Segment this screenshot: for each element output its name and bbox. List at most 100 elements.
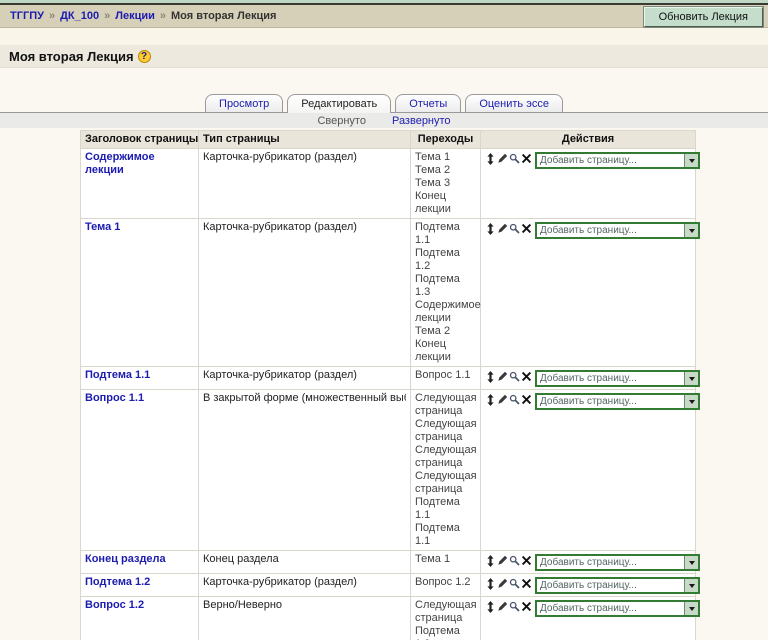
dropdown-arrow-button[interactable] <box>684 556 698 569</box>
tab-view[interactable]: Просмотр <box>205 94 284 112</box>
jump-item: Содержимое лекции <box>415 299 481 324</box>
add-page-select-label: Добавить страницу... <box>540 580 637 591</box>
preview-icon[interactable] <box>509 153 520 165</box>
delete-icon[interactable] <box>521 223 532 235</box>
spacer <box>0 28 768 45</box>
dropdown-arrow-button[interactable] <box>684 602 698 615</box>
page-type: Карточка-рубрикатор (раздел) <box>203 151 357 163</box>
page-jumps: Вопрос 1.2 <box>410 573 481 597</box>
jump-item: Следующая страница <box>415 470 477 495</box>
edit-icon[interactable] <box>497 601 508 613</box>
page-title-link[interactable]: Подтема 1.1 <box>85 369 150 381</box>
page-title-link[interactable]: Содержимое лекции <box>85 151 155 176</box>
jump-item: Подтема 1.1 <box>415 522 460 547</box>
move-icon[interactable] <box>485 223 496 235</box>
help-icon[interactable]: ? <box>137 49 151 63</box>
jump-item: Подтема 1.1 <box>415 496 460 521</box>
add-page-select[interactable]: Добавить страницу... <box>535 222 700 239</box>
add-page-select-label: Добавить страницу... <box>540 557 637 568</box>
page-type: Карточка-рубрикатор (раздел) <box>203 576 357 588</box>
add-page-select[interactable]: Добавить страницу... <box>535 577 700 594</box>
table-row: Подтема 1.1 Карточка-рубрикатор (раздел)… <box>80 366 700 390</box>
edit-icon[interactable] <box>497 578 508 590</box>
move-icon[interactable] <box>485 601 496 613</box>
move-icon[interactable] <box>485 394 496 406</box>
add-page-select[interactable]: Добавить страницу... <box>535 370 700 387</box>
jump-item: Следующая страница <box>415 392 477 417</box>
move-icon[interactable] <box>485 153 496 165</box>
page-title-link[interactable]: Подтема 1.2 <box>85 576 150 588</box>
delete-icon[interactable] <box>521 371 532 383</box>
edit-icon[interactable] <box>497 153 508 165</box>
page-jumps: Следующая страница Следующая страница След… <box>410 389 481 551</box>
page-actions: Добавить страницу... <box>485 221 700 239</box>
jump-item: Тема 2 <box>415 164 451 176</box>
page-jumps: Следующая страницаПодтема 1.2 <box>410 596 481 640</box>
add-page-select-label: Добавить страницу... <box>540 225 637 236</box>
edit-icon[interactable] <box>497 555 508 567</box>
page-title-link[interactable]: Конец раздела <box>85 553 166 565</box>
dropdown-arrow-button[interactable] <box>684 579 698 592</box>
preview-icon[interactable] <box>509 223 520 235</box>
delete-icon[interactable] <box>521 555 532 567</box>
dropdown-arrow-button[interactable] <box>684 154 698 167</box>
page-jumps: Подтема 1.1 Подтема 1.2 Подтема 1.3 Содержи… <box>410 218 481 367</box>
dropdown-arrow-button[interactable] <box>684 372 698 385</box>
table-row: Тема 1 Карточка-рубрикатор (раздел) Подт… <box>80 218 700 367</box>
delete-icon[interactable] <box>521 601 532 613</box>
add-page-select[interactable]: Добавить страницу... <box>535 393 700 410</box>
page-jumps: Вопрос 1.1 <box>410 366 481 390</box>
subnav-expanded[interactable]: Развернуто <box>392 115 451 127</box>
move-icon[interactable] <box>485 555 496 567</box>
move-icon[interactable] <box>485 578 496 590</box>
page-title-link[interactable]: Вопрос 1.2 <box>85 599 144 611</box>
page-type: Верно/Неверно <box>203 599 283 611</box>
edit-icon[interactable] <box>497 371 508 383</box>
breadcrumb-link-tggpu[interactable]: ТГГПУ <box>10 10 44 22</box>
delete-icon[interactable] <box>521 394 532 406</box>
lesson-pages-table: Заголовок страницы Тип страницы Переходы… <box>80 130 700 640</box>
dropdown-arrow-button[interactable] <box>684 224 698 237</box>
breadcrumb-link-lessons[interactable]: Лекции <box>115 10 155 22</box>
page-title-link[interactable]: Вопрос 1.1 <box>85 392 144 404</box>
delete-icon[interactable] <box>521 578 532 590</box>
preview-icon[interactable] <box>509 555 520 567</box>
chevron-down-icon <box>688 376 695 381</box>
page-type: Конец раздела <box>203 553 279 565</box>
page-actions: Добавить страницу... <box>485 151 700 169</box>
add-page-select[interactable]: Добавить страницу... <box>535 152 700 169</box>
preview-icon[interactable] <box>509 371 520 383</box>
chevron-down-icon <box>688 583 695 588</box>
edit-icon[interactable] <box>497 223 508 235</box>
tab-grade-essays[interactable]: Оценить эссе <box>465 94 563 112</box>
edit-icon[interactable] <box>497 394 508 406</box>
jump-item: Вопрос 1.2 <box>415 576 471 588</box>
add-page-select-label: Добавить страницу... <box>540 603 637 614</box>
page-title-link[interactable]: Тема 1 <box>85 221 120 233</box>
dropdown-arrow-button[interactable] <box>684 395 698 408</box>
jump-item: Тема 2 <box>415 325 451 337</box>
preview-icon[interactable] <box>509 601 520 613</box>
tabs-zone: Просмотр Редактировать Отчеты Оценить эс… <box>0 68 768 128</box>
header-page-type: Тип страницы <box>198 130 411 149</box>
add-page-select[interactable]: Добавить страницу... <box>535 554 700 571</box>
table-row: Вопрос 1.2 Верно/Неверно Следующая стран… <box>80 596 700 640</box>
add-page-select-label: Добавить страницу... <box>540 155 637 166</box>
add-page-select-label: Добавить страницу... <box>540 373 637 384</box>
page-actions: Добавить страницу... <box>485 553 700 571</box>
add-page-select[interactable]: Добавить страницу... <box>535 600 700 617</box>
tab-bar: Просмотр Редактировать Отчеты Оценить эс… <box>0 90 768 113</box>
preview-icon[interactable] <box>509 394 520 406</box>
breadcrumb-separator: » <box>48 10 56 22</box>
delete-icon[interactable] <box>521 153 532 165</box>
lesson-table-body: Содержимое лекции Карточка-рубрикатор (р… <box>80 148 700 640</box>
table-row: Конец раздела Конец раздела Тема 1 Добав… <box>80 550 700 574</box>
preview-icon[interactable] <box>509 578 520 590</box>
move-icon[interactable] <box>485 371 496 383</box>
tab-reports[interactable]: Отчеты <box>395 94 462 112</box>
jump-item: Тема 1 <box>415 553 451 565</box>
breadcrumb-link-course[interactable]: ДК_100 <box>60 10 99 22</box>
jump-item: Тема 3 <box>415 177 451 189</box>
tab-edit[interactable]: Редактировать <box>287 94 392 113</box>
update-lesson-button[interactable]: Обновить Лекция <box>642 6 765 28</box>
